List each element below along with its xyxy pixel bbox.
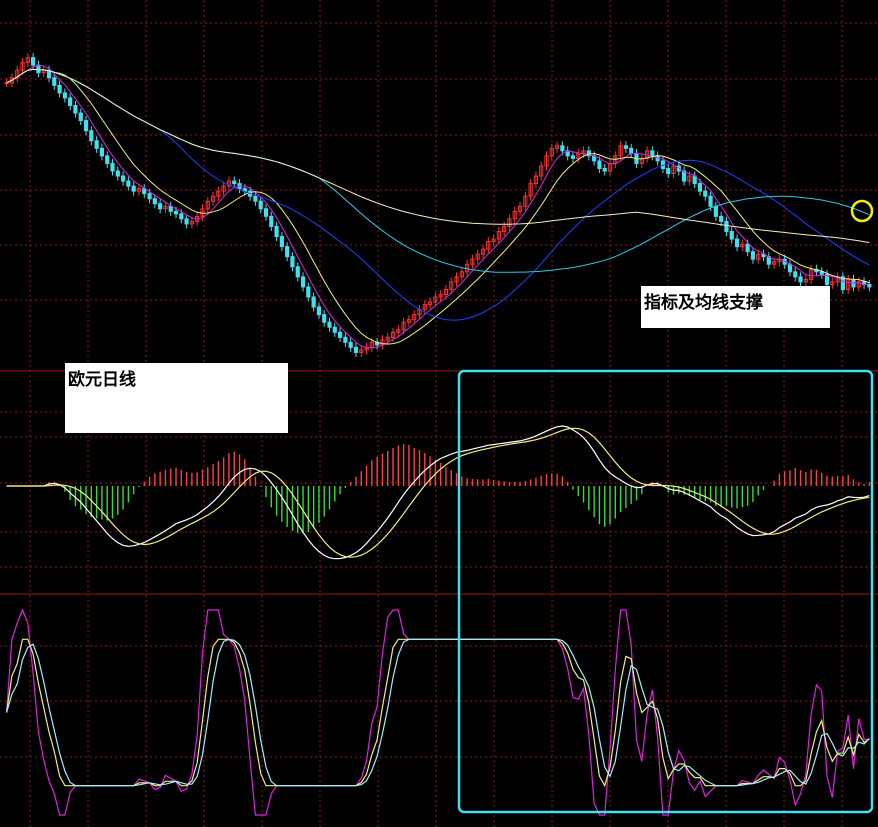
candle-body xyxy=(78,112,83,122)
candle-body xyxy=(120,175,126,182)
candle-body xyxy=(131,185,136,192)
candle-body xyxy=(650,150,655,157)
candle-body xyxy=(99,147,105,157)
candle-body xyxy=(295,266,300,278)
candle-body xyxy=(729,230,734,240)
candle-body xyxy=(560,145,565,152)
candle-body xyxy=(623,145,628,149)
candle-body xyxy=(83,120,89,132)
candle-body xyxy=(274,225,279,238)
chart-title-label: 欧元日线 xyxy=(65,363,288,433)
ma-120-line xyxy=(6,68,870,243)
kdj-k-line xyxy=(6,638,870,788)
candle-body xyxy=(629,147,634,154)
candle-body xyxy=(152,198,157,205)
candle-body xyxy=(708,195,713,207)
candle-body xyxy=(89,130,94,142)
candle-body xyxy=(602,167,607,172)
macd-dif-line xyxy=(6,425,870,560)
candle-body xyxy=(52,77,57,86)
candle-body xyxy=(703,190,708,197)
candle-body xyxy=(110,162,115,172)
candle-body xyxy=(724,220,729,232)
candle-body xyxy=(269,215,274,227)
candle-body xyxy=(697,183,703,192)
candle-body xyxy=(285,246,290,258)
candle-body xyxy=(62,92,67,99)
candle-body xyxy=(306,286,311,298)
candle-body xyxy=(126,180,131,187)
candle-body xyxy=(290,256,295,268)
candle-body xyxy=(327,321,332,328)
candle-body xyxy=(105,155,110,164)
candle-body xyxy=(332,326,337,333)
candle-body xyxy=(173,210,179,215)
candle-body xyxy=(258,200,263,210)
candle-body xyxy=(867,283,872,288)
support-marker-circle xyxy=(850,199,874,223)
support-label: 指标及均线支撑 xyxy=(641,286,830,328)
candle-body xyxy=(713,205,718,217)
candle-body xyxy=(337,331,343,338)
candle-body xyxy=(819,271,824,275)
candle-body xyxy=(666,167,671,175)
candle-body xyxy=(750,251,756,260)
candle-body xyxy=(158,203,163,210)
candle-body xyxy=(322,314,327,323)
candle-body xyxy=(798,276,803,283)
candle-body xyxy=(279,236,284,248)
candle-body xyxy=(311,296,316,308)
candle-body xyxy=(353,346,359,353)
candle-body xyxy=(719,215,724,222)
candle-body xyxy=(168,205,173,212)
ma-30-line xyxy=(6,68,870,321)
candle-body xyxy=(184,218,189,225)
candle-body xyxy=(316,306,322,316)
candle-body xyxy=(68,97,73,106)
candle-body xyxy=(787,263,793,273)
candle-body xyxy=(147,193,152,200)
candle-body xyxy=(734,238,740,248)
candle-body xyxy=(73,104,78,114)
candle-body xyxy=(793,271,798,278)
candle-body xyxy=(57,84,62,94)
ma-60-line xyxy=(6,68,870,273)
macd-panel xyxy=(6,425,871,560)
candle-body xyxy=(4,82,9,85)
kdj-panel xyxy=(6,608,870,816)
macd-dea-line xyxy=(6,427,870,558)
candle-body xyxy=(263,208,269,217)
candle-body xyxy=(597,160,602,169)
candle-body xyxy=(94,140,99,149)
candle-body xyxy=(745,243,750,253)
candle-body xyxy=(343,336,348,343)
candle-body xyxy=(232,180,237,185)
candle-body xyxy=(179,213,184,220)
candle-body xyxy=(31,57,36,66)
candle-body xyxy=(115,170,120,177)
kdj-d-line xyxy=(6,638,870,787)
candle-body xyxy=(253,195,258,202)
candle-body xyxy=(348,341,353,348)
candle-body xyxy=(570,155,576,159)
candle-body xyxy=(300,276,306,288)
